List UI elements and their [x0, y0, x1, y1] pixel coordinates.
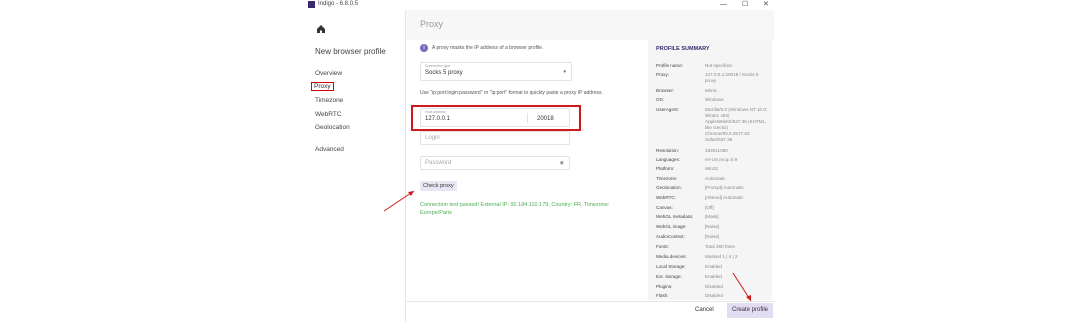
summary-key: Flash:: [656, 293, 669, 298]
host-label: Host address: [425, 110, 446, 114]
summary-key: OS:: [656, 97, 664, 102]
footer-divider: [406, 301, 774, 302]
summary-key: Platform:: [656, 166, 675, 171]
summary-value: [Altered] Automatic: [705, 195, 744, 200]
summary-key: Local Storage:: [656, 264, 686, 269]
summary-value: Win32: [705, 166, 719, 171]
summary-value: [Noise]: [705, 234, 720, 239]
summary-value: [Mask]: [705, 214, 719, 219]
summary-value: Disabled: [705, 284, 723, 289]
app-logo-icon: [308, 1, 315, 8]
summary-value: Not specified: [705, 63, 732, 68]
arrow-to-check-proxy: [383, 190, 415, 212]
info-icon: i: [420, 44, 428, 52]
summary-value: [Prompt] Automatic: [705, 185, 744, 190]
maximize-button[interactable]: ☐: [742, 0, 748, 9]
summary-value: Total 260 fonts: [705, 244, 735, 249]
summary-value: Disabled: [705, 293, 723, 298]
summary-key: UserAgent:: [656, 107, 679, 112]
arrow-head: [408, 191, 414, 196]
summary-key: Languages:: [656, 157, 681, 162]
summary-value: Mimic: [705, 88, 717, 93]
create-profile-button[interactable]: Create profile: [727, 303, 773, 318]
summary-value: 1920x1080: [705, 148, 728, 153]
host-input[interactable]: 127.0.0.1: [425, 116, 450, 122]
summary-value: Enabled: [705, 264, 722, 269]
summary-value: Mozilla/5.0 (Windows NT 10.0; Win64; x64…: [705, 107, 768, 142]
summary-key: Ext. storage:: [656, 274, 682, 279]
chevron-down-icon: ▾: [563, 69, 566, 75]
section-header: Proxy: [406, 10, 774, 40]
summary-key: AudioContext:: [656, 234, 685, 239]
minimize-button[interactable]: —: [720, 0, 727, 9]
profile-summary-panel: PROFILE SUMMARY Profile name: Not specif…: [648, 40, 772, 300]
connection-type-label: Connection type: [425, 64, 451, 68]
field-separator: [527, 113, 528, 123]
summary-key: Resolution:: [656, 148, 679, 153]
paste-hint: Use "ip:port:login:password" or "ip:port…: [420, 90, 603, 96]
summary-key: Browser:: [656, 88, 675, 93]
summary-key: WebRTC:: [656, 195, 676, 200]
summary-key: Proxy:: [656, 72, 670, 77]
sidebar-item-webrtc[interactable]: WebRTC: [315, 111, 342, 118]
summary-value: Windows: [705, 97, 724, 102]
close-button[interactable]: ✕: [763, 0, 769, 9]
summary-key: Geolocation:: [656, 185, 682, 190]
page-title: New browser profile: [315, 47, 386, 56]
sidebar-item-geolocation[interactable]: Geolocation: [315, 124, 350, 131]
login-field[interactable]: Login: [420, 131, 570, 145]
eye-icon[interactable]: ◉: [560, 160, 564, 166]
summary-value: Masked 1 | 4 | 2: [705, 254, 738, 259]
summary-value: Enabled: [705, 274, 722, 279]
info-text: A proxy masks the IP address of a browse…: [432, 45, 544, 51]
summary-value: [Noise]: [705, 224, 720, 229]
summary-value: Automatic: [705, 176, 726, 181]
check-proxy-button[interactable]: Check proxy: [420, 181, 457, 191]
sidebar-item-advanced[interactable]: Advanced: [315, 146, 344, 153]
sidebar-divider: [405, 10, 406, 322]
section-title: Proxy: [420, 19, 444, 29]
port-input[interactable]: 20018: [537, 116, 554, 122]
summary-key: Plugins:: [656, 284, 673, 289]
summary-value: en-US,en;q=0.9: [705, 157, 738, 162]
login-placeholder: Login: [425, 135, 440, 141]
password-field[interactable]: Password ◉: [420, 156, 570, 170]
sidebar-item-timezone[interactable]: Timezone: [315, 97, 343, 104]
summary-key: Media devices:: [656, 254, 687, 259]
password-placeholder: Password: [425, 160, 452, 166]
summary-key: WebGL image:: [656, 224, 687, 229]
sidebar-item-overview[interactable]: Overview: [315, 70, 342, 77]
sidebar-item-proxy[interactable]: Proxy: [311, 82, 334, 91]
host-port-field[interactable]: Host address 127.0.0.1 20018: [420, 108, 570, 127]
connection-type-select[interactable]: Connection type Socks 5 proxy ▾: [420, 62, 572, 81]
summary-key: Timezone:: [656, 176, 678, 181]
cancel-button[interactable]: Cancel: [695, 307, 714, 313]
proxy-test-result: Connection test passed! External IP: 92.…: [420, 202, 610, 216]
summary-value: [Off]: [705, 205, 714, 210]
title-bar: Indigo - 6.8.0.5 — ☐ ✕: [0, 0, 1080, 10]
window-title: Indigo - 6.8.0.5: [318, 1, 359, 7]
home-icon[interactable]: [316, 24, 326, 34]
summary-key: Canvas:: [656, 205, 673, 210]
summary-title: PROFILE SUMMARY: [656, 46, 710, 52]
summary-value: 127.0.0.1:20018 / Socks 5 proxy: [705, 72, 759, 83]
summary-key: Profile name:: [656, 63, 684, 68]
summary-key: Fonts:: [656, 244, 669, 249]
connection-type-value: Socks 5 proxy: [425, 70, 463, 76]
summary-key: WebGL metadata:: [656, 214, 694, 219]
